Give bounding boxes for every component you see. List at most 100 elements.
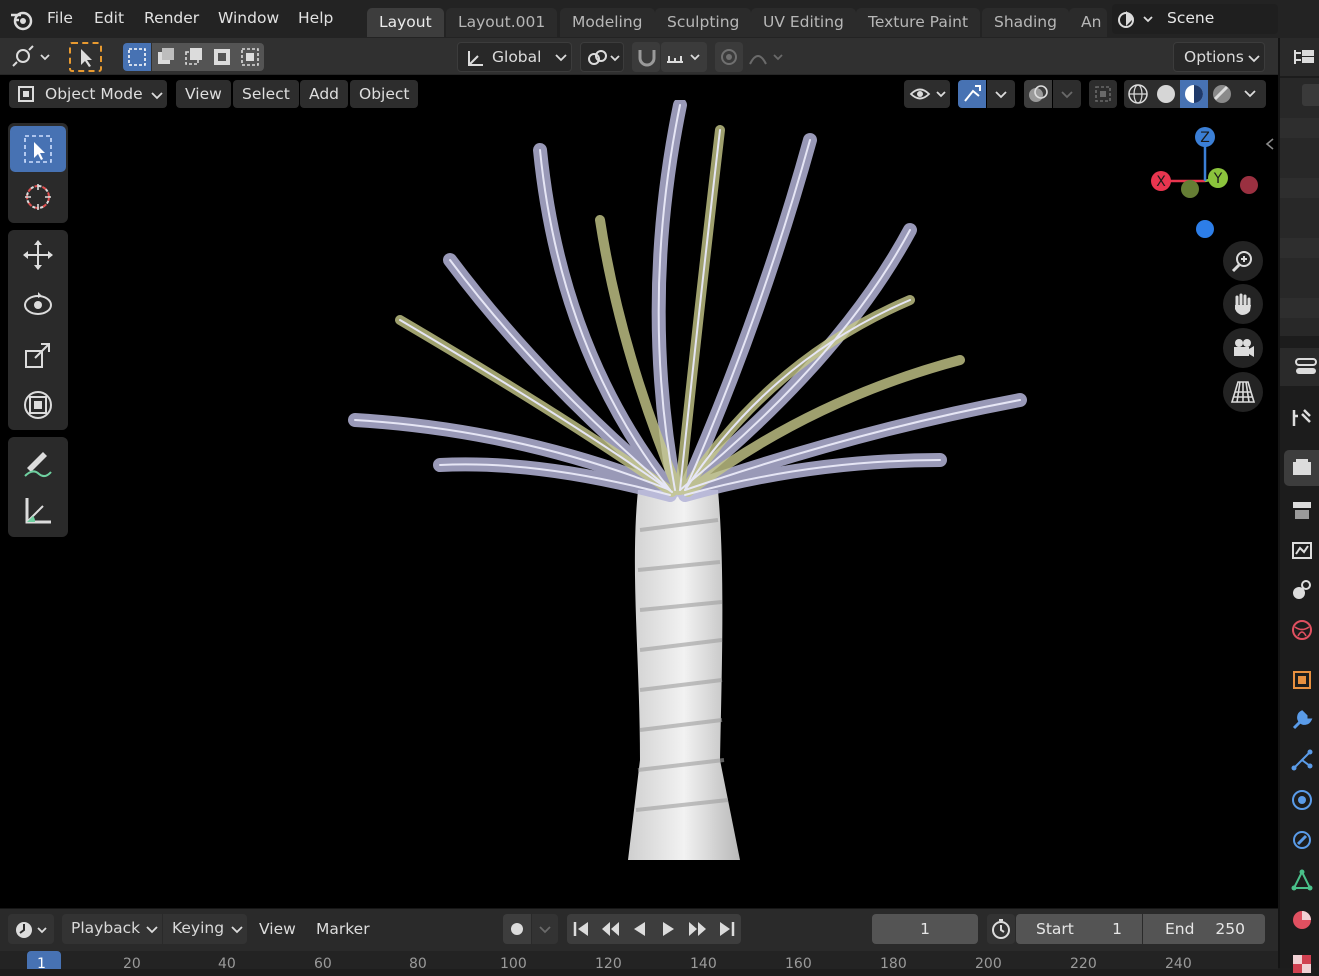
select-box-tool[interactable] xyxy=(10,126,66,172)
scale-tool[interactable] xyxy=(10,332,66,378)
transform-tool[interactable] xyxy=(10,382,66,428)
move-tool[interactable] xyxy=(10,232,66,278)
jump-start-icon xyxy=(573,922,588,936)
tab-texture-paint[interactable]: Texture Paint xyxy=(856,8,981,37)
material-preview-shading-icon[interactable] xyxy=(1180,80,1208,108)
data-properties-icon[interactable] xyxy=(1290,868,1314,892)
play-reverse-button[interactable] xyxy=(625,914,654,944)
select-difference-icon[interactable] xyxy=(208,43,236,71)
properties-header[interactable] xyxy=(1280,348,1319,386)
tab-sculpting[interactable]: Sculpting xyxy=(655,8,752,37)
y-negative-axis-icon[interactable] xyxy=(1181,180,1199,198)
outliner-row[interactable] xyxy=(1280,298,1319,318)
texture-properties-icon[interactable] xyxy=(1290,952,1314,976)
menu-render[interactable]: Render xyxy=(144,9,199,27)
solid-shading-icon[interactable] xyxy=(1152,80,1180,108)
mode-dropdown[interactable]: Object Mode xyxy=(9,80,167,108)
outliner-header[interactable] xyxy=(1280,38,1319,76)
proportional-edit-toggle[interactable] xyxy=(715,42,743,72)
outliner-panel[interactable] xyxy=(1280,78,1319,336)
physics-properties-icon[interactable] xyxy=(1290,788,1314,812)
jump-to-start-button[interactable] xyxy=(567,914,596,944)
cursor-tool[interactable] xyxy=(10,174,66,220)
tab-animation[interactable]: An xyxy=(1069,8,1107,37)
zoom-button[interactable] xyxy=(1223,241,1263,281)
select-new-icon[interactable] xyxy=(123,43,151,71)
timeline-editor-type-button[interactable] xyxy=(8,914,54,944)
viewport-menu-select[interactable]: Select xyxy=(233,80,299,108)
current-frame-field[interactable]: 1 xyxy=(872,914,978,944)
playback-dropdown[interactable]: Playback xyxy=(62,914,162,944)
auto-keying-dropdown[interactable] xyxy=(532,914,558,944)
navigation-gizmo[interactable]: Z X Y xyxy=(1145,125,1260,240)
tab-layout[interactable]: Layout xyxy=(367,8,444,37)
keying-dropdown[interactable]: Keying xyxy=(163,914,247,944)
view-layer-properties-icon[interactable] xyxy=(1290,538,1314,562)
tab-modeling[interactable]: Modeling xyxy=(560,8,655,37)
overlays-dropdown[interactable] xyxy=(1053,80,1081,108)
object-properties-icon[interactable] xyxy=(1290,668,1314,692)
select-subtract-icon[interactable] xyxy=(180,43,208,71)
scene-selector[interactable]: Scene xyxy=(1112,4,1278,34)
proportional-falloff-dropdown[interactable] xyxy=(744,42,790,72)
perspective-toggle-button[interactable] xyxy=(1223,372,1263,412)
pivot-point-dropdown[interactable] xyxy=(580,42,624,72)
tab-layout-001[interactable]: Layout.001 xyxy=(446,8,558,37)
x-negative-axis-icon[interactable] xyxy=(1240,176,1258,194)
palm-tree-model[interactable] xyxy=(340,100,1040,880)
timeline-menu-view[interactable]: View xyxy=(259,920,296,938)
pan-button[interactable] xyxy=(1223,284,1263,324)
shading-dropdown[interactable] xyxy=(1236,80,1266,108)
jump-to-end-button[interactable] xyxy=(712,914,741,944)
outliner-row[interactable] xyxy=(1280,118,1319,138)
editor-type-button[interactable] xyxy=(9,43,53,71)
outliner-filter-icon[interactable] xyxy=(1302,84,1319,106)
material-properties-icon[interactable] xyxy=(1290,908,1314,932)
z-negative-axis-icon[interactable] xyxy=(1196,220,1214,238)
modifier-properties-icon[interactable] xyxy=(1290,708,1314,732)
sidebar-toggle-icon[interactable] xyxy=(1264,137,1276,151)
snap-target-dropdown[interactable] xyxy=(661,42,707,72)
constraint-properties-icon[interactable] xyxy=(1290,828,1314,852)
menu-file[interactable]: File xyxy=(47,9,73,27)
select-extend-icon[interactable] xyxy=(152,43,180,71)
3d-viewport[interactable]: Object Mode View Select Add Object Z X Y xyxy=(0,75,1278,908)
snap-toggle[interactable] xyxy=(632,42,660,72)
render-properties-tab[interactable] xyxy=(1284,450,1319,486)
active-tool-icon[interactable] xyxy=(69,42,102,72)
transform-orientation-dropdown[interactable]: Global xyxy=(457,42,572,72)
scene-properties-icon[interactable] xyxy=(1290,578,1314,602)
xray-toggle[interactable] xyxy=(1089,80,1117,108)
menu-help[interactable]: Help xyxy=(298,9,333,27)
particle-properties-icon[interactable] xyxy=(1290,748,1314,772)
tab-uv-editing[interactable]: UV Editing xyxy=(751,8,856,37)
output-properties-icon[interactable] xyxy=(1290,498,1314,522)
world-properties-icon[interactable] xyxy=(1290,618,1314,642)
rendered-shading-icon[interactable] xyxy=(1208,80,1236,108)
options-dropdown[interactable]: Options xyxy=(1173,42,1265,72)
annotate-tool[interactable] xyxy=(10,440,66,486)
blender-logo-icon[interactable] xyxy=(9,8,35,32)
select-intersect-icon[interactable] xyxy=(236,43,264,71)
camera-view-button[interactable] xyxy=(1223,328,1263,368)
outliner-row[interactable] xyxy=(1280,178,1319,198)
timeline-menu-marker[interactable]: Marker xyxy=(316,920,370,938)
tool-properties-icon[interactable] xyxy=(1290,406,1314,430)
play-button[interactable] xyxy=(654,914,683,944)
measure-tool[interactable] xyxy=(10,488,66,534)
rotate-tool[interactable] xyxy=(10,282,66,328)
tab-shading[interactable]: Shading xyxy=(982,8,1069,37)
start-frame-field[interactable]: Start 1 xyxy=(1016,914,1142,944)
viewport-menu-view[interactable]: View xyxy=(176,80,231,108)
y-axis-label: Y xyxy=(1213,171,1223,187)
wireframe-shading-icon[interactable] xyxy=(1124,80,1152,108)
xray-icon xyxy=(1095,86,1111,102)
outliner-row[interactable] xyxy=(1280,238,1319,258)
jump-next-keyframe-button[interactable] xyxy=(683,914,712,944)
menu-window[interactable]: Window xyxy=(218,9,279,27)
jump-prev-keyframe-button[interactable] xyxy=(596,914,625,944)
end-frame-field[interactable]: End 250 xyxy=(1143,914,1265,944)
use-preview-range-button[interactable] xyxy=(987,914,1015,944)
auto-keying-toggle[interactable] xyxy=(503,914,531,944)
menu-edit[interactable]: Edit xyxy=(94,9,124,27)
